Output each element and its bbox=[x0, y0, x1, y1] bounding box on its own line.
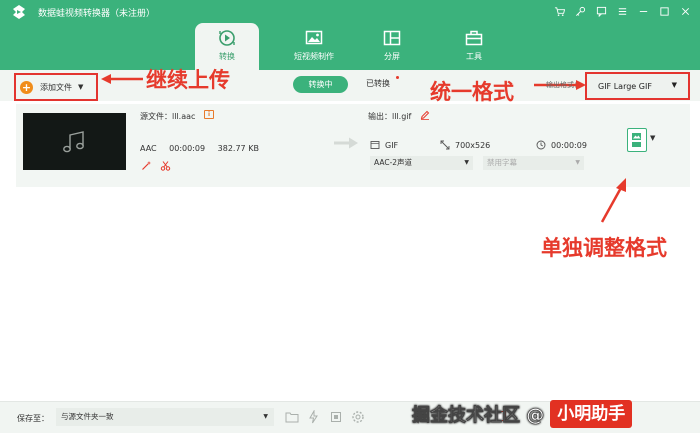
info-icon[interactable]: i bbox=[204, 110, 214, 119]
per-file-format-button[interactable] bbox=[627, 128, 647, 152]
chevron-down-icon: ▼ bbox=[671, 81, 677, 89]
output-format-value: GIF Large GIF bbox=[598, 81, 652, 91]
source-size: 382.77 KB bbox=[217, 144, 259, 153]
clock-icon bbox=[536, 140, 546, 150]
key-button[interactable] bbox=[571, 3, 589, 19]
title-bar: 数据蛙视频转换器（未注册） 转换 短视频制作 分屏 工具 bbox=[0, 0, 700, 70]
chevron-down-icon: ▼ bbox=[263, 413, 268, 420]
resize-icon bbox=[440, 140, 450, 150]
output-file-name: 输出：lll.gif bbox=[368, 112, 412, 121]
tab-tools-label: 工具 bbox=[466, 52, 482, 61]
tab-convert-label: 转换 bbox=[219, 52, 235, 61]
tab-split-screen[interactable]: 分屏 bbox=[351, 23, 433, 70]
watermark: 掘金技术社区 @ 小明助手 bbox=[412, 399, 633, 429]
plus-icon: + bbox=[20, 80, 33, 94]
magic-wand-icon[interactable] bbox=[141, 160, 152, 171]
annotation-single-adjust: 单独调整格式 bbox=[541, 236, 667, 260]
source-meta: AAC 00:00:09 382.77 KB bbox=[140, 144, 269, 153]
chevron-down-icon: ▼ bbox=[575, 159, 580, 166]
save-path-select[interactable]: 与源文件夹一致 ▼ bbox=[56, 408, 274, 426]
annotation-arrow-icon bbox=[101, 74, 143, 84]
arrow-right-icon bbox=[334, 137, 358, 149]
output-resolution-text: 700x526 bbox=[455, 140, 491, 150]
audio-track-select[interactable]: AAC-2声道 ▼ bbox=[370, 156, 473, 170]
feedback-icon bbox=[596, 6, 606, 17]
app-title: 数据蛙视频转换器（未注册） bbox=[38, 9, 156, 19]
tab-convert[interactable]: 转换 bbox=[195, 23, 259, 70]
image-icon bbox=[305, 30, 323, 45]
toolbox-icon bbox=[465, 30, 483, 46]
tab-short-video[interactable]: 短视频制作 bbox=[277, 23, 351, 70]
toolbar: + 添加文件 ▼ 继续上传 转换中 已转换 统一格式 输出格式： GIF Lar… bbox=[0, 68, 700, 104]
maximize-icon bbox=[659, 6, 669, 16]
output-format-text: GIF bbox=[385, 140, 399, 150]
close-button[interactable] bbox=[676, 3, 694, 19]
add-file-button[interactable]: + 添加文件 ▼ bbox=[14, 73, 98, 101]
annotation-arrow-up-icon bbox=[600, 178, 626, 223]
watermark-text: 掘金技术社区 @ bbox=[412, 405, 545, 427]
converting-tab[interactable]: 转换中 bbox=[293, 76, 348, 93]
close-icon bbox=[681, 7, 689, 15]
split-screen-icon bbox=[383, 30, 401, 46]
tab-tools[interactable]: 工具 bbox=[433, 23, 515, 70]
tab-split-screen-label: 分屏 bbox=[384, 52, 400, 61]
chevron-down-icon: ▼ bbox=[464, 159, 469, 166]
save-path-value: 与源文件夹一致 bbox=[61, 412, 114, 421]
minimize-button[interactable] bbox=[634, 3, 652, 19]
bottom-tools bbox=[285, 410, 365, 424]
output-format-label: 输出格式： bbox=[546, 81, 581, 89]
chevron-down-icon[interactable]: ▼ bbox=[650, 134, 655, 142]
gpu-off-icon[interactable] bbox=[329, 410, 343, 424]
notification-dot bbox=[396, 76, 399, 79]
output-resolution-info: 700x526 bbox=[440, 140, 490, 150]
folder-icon[interactable] bbox=[285, 410, 299, 424]
annotation-unify-format: 统一格式 bbox=[430, 80, 514, 104]
source-file-name: 源文件：lll.aac bbox=[140, 112, 196, 121]
output-format-select[interactable]: GIF Large GIF ▼ bbox=[585, 72, 690, 100]
annotation-continue-upload: 继续上传 bbox=[146, 68, 230, 92]
music-note-icon bbox=[63, 131, 84, 153]
main-tabs: 转换 短视频制作 分屏 工具 bbox=[195, 23, 515, 70]
feedback-button[interactable] bbox=[592, 3, 610, 19]
window-controls bbox=[550, 3, 694, 19]
menu-icon bbox=[618, 7, 626, 15]
edit-tools bbox=[141, 160, 171, 171]
subtitle-value: 禁用字幕 bbox=[487, 158, 517, 167]
hardware-accel-off-icon[interactable] bbox=[307, 410, 321, 424]
gif-file-icon bbox=[632, 133, 641, 147]
output-duration-text: 00:00:09 bbox=[551, 140, 587, 150]
key-icon bbox=[575, 6, 585, 16]
file-item: 源文件：lll.aac i AAC 00:00:09 382.77 KB 输出：… bbox=[16, 104, 690, 187]
edit-icon[interactable] bbox=[420, 110, 430, 120]
watermark-badge: 小明助手 bbox=[550, 400, 633, 428]
converted-tab[interactable]: 已转换 bbox=[366, 78, 390, 89]
settings-icon[interactable] bbox=[351, 410, 365, 424]
source-duration: 00:00:09 bbox=[169, 144, 206, 153]
minimize-icon bbox=[639, 10, 647, 12]
subtitle-select[interactable]: 禁用字幕 ▼ bbox=[483, 156, 584, 170]
save-to-label: 保存至： bbox=[17, 414, 49, 423]
tab-short-video-label: 短视频制作 bbox=[294, 52, 334, 61]
menu-button[interactable] bbox=[613, 3, 631, 19]
video-file-icon bbox=[370, 141, 380, 149]
cart-icon bbox=[554, 6, 565, 16]
convert-icon bbox=[219, 30, 235, 46]
maximize-button[interactable] bbox=[655, 3, 673, 19]
file-thumbnail[interactable] bbox=[23, 113, 126, 170]
add-file-label: 添加文件 bbox=[40, 82, 72, 92]
chevron-down-icon: ▼ bbox=[78, 83, 84, 91]
source-codec: AAC bbox=[140, 144, 157, 153]
output-format-info: GIF bbox=[370, 140, 398, 150]
output-duration-info: 00:00:09 bbox=[536, 140, 587, 150]
audio-track-value: AAC-2声道 bbox=[374, 158, 413, 167]
app-logo-icon bbox=[13, 5, 25, 19]
cart-button[interactable] bbox=[550, 3, 568, 19]
scissors-icon[interactable] bbox=[160, 160, 171, 171]
